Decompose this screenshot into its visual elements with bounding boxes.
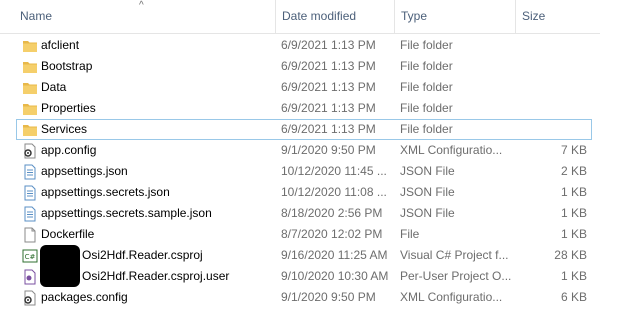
file-type: JSON File (400, 206, 455, 220)
file-name: appsettings.secrets.sample.json (41, 206, 212, 220)
config-file-icon (24, 290, 36, 306)
user-project-icon (24, 269, 36, 285)
file-date-modified: 8/18/2020 2:56 PM (281, 206, 383, 220)
file-date-modified: 9/1/2020 9:50 PM (281, 290, 376, 304)
file-size (515, 119, 587, 140)
file-row[interactable]: afclient 6/9/2021 1:13 PM File folder (0, 35, 641, 56)
folder-icon (23, 83, 37, 94)
file-row[interactable]: app.config 9/1/2020 9:50 PM XML Configur… (0, 140, 641, 161)
csharp-project-icon: C# (22, 249, 38, 263)
file-size: 2 KB (560, 164, 587, 178)
column-header-bar: ^ Name Date modified Type Size (0, 0, 600, 34)
file-name: packages.config (41, 290, 128, 304)
file-list: afclient 6/9/2021 1:13 PM File folder Bo… (0, 35, 641, 308)
file-size (515, 98, 587, 119)
file-type: File (400, 227, 420, 241)
file-size (515, 35, 587, 56)
file-size: 7 KB (560, 143, 587, 157)
folder-icon (23, 104, 37, 115)
column-header-size[interactable]: Size (515, 0, 600, 33)
json-file-icon (24, 185, 36, 201)
file-type: File folder (400, 59, 453, 73)
file-type: File folder (400, 101, 453, 115)
file-date-modified: 10/12/2020 11:45 ... (281, 164, 387, 178)
file-date-modified: 6/9/2021 1:13 PM (281, 59, 376, 73)
file-size: 1 KB (560, 227, 587, 241)
column-header-type[interactable]: Type (394, 0, 514, 33)
file-date-modified: 9/16/2020 11:25 AM (281, 248, 388, 262)
file-type: Per-User Project O... (400, 269, 512, 283)
file-name: Properties (41, 101, 96, 115)
file-type: Visual C# Project f... (400, 248, 509, 262)
file-type: XML Configuratio... (400, 143, 503, 157)
file-name: Osi2Hdf.Reader.csproj.user (82, 269, 230, 283)
file-row[interactable]: C# Osi2Hdf.Reader.csproj 9/16/2020 11:25… (0, 245, 641, 287)
file-name: Data (41, 80, 67, 94)
file-name: afclient (41, 38, 80, 52)
file-name: appsettings.json (41, 164, 128, 178)
file-row[interactable]: Dockerfile 8/7/2020 12:02 PM File 1 KB (0, 224, 641, 245)
file-date-modified: 10/12/2020 11:08 ... (281, 185, 387, 199)
file-name: appsettings.secrets.json (41, 185, 170, 199)
file-row[interactable]: appsettings.json 10/12/2020 11:45 ... JS… (0, 161, 641, 182)
file-type: File folder (400, 38, 453, 52)
column-header-date-modified[interactable]: Date modified (275, 0, 393, 33)
file-row-focused[interactable]: Services 6/9/2021 1:13 PM File folder (0, 119, 641, 140)
file-date-modified: 9/10/2020 10:30 AM (281, 269, 389, 283)
file-type: File folder (400, 80, 453, 94)
file-row[interactable]: appsettings.secrets.json 10/12/2020 11:0… (0, 182, 641, 203)
file-type: File folder (400, 122, 453, 136)
file-row[interactable]: Data 6/9/2021 1:13 PM File folder (0, 77, 641, 98)
file-size: 1 KB (560, 206, 587, 220)
svg-text:C#: C# (25, 253, 36, 261)
blank-file-icon (24, 227, 36, 243)
json-file-icon (24, 206, 36, 222)
json-file-icon (24, 164, 36, 180)
file-type: XML Configuratio... (400, 290, 503, 304)
config-file-icon (24, 143, 36, 159)
file-type: JSON File (400, 185, 455, 199)
file-size: 6 KB (560, 290, 587, 304)
folder-icon (23, 125, 37, 136)
file-date-modified: 9/1/2020 9:50 PM (281, 143, 376, 157)
file-date-modified: 8/7/2020 12:02 PM (281, 227, 383, 241)
file-size: 1 KB (560, 185, 587, 199)
file-name: Bootstrap (41, 59, 93, 73)
file-date-modified: 6/9/2021 1:13 PM (281, 101, 376, 115)
file-date-modified: 6/9/2021 1:13 PM (281, 122, 376, 136)
file-name: Osi2Hdf.Reader.csproj (82, 248, 203, 262)
file-row[interactable]: appsettings.secrets.sample.json 8/18/202… (0, 203, 641, 224)
file-size (515, 56, 587, 77)
column-header-name[interactable]: Name (14, 0, 274, 33)
file-row[interactable]: packages.config 9/1/2020 9:50 PM XML Con… (0, 287, 641, 308)
file-name: Dockerfile (41, 227, 95, 241)
folder-icon (23, 41, 37, 52)
file-size (515, 77, 587, 98)
file-row[interactable]: Bootstrap 6/9/2021 1:13 PM File folder (0, 56, 641, 77)
file-explorer-list: ^ Name Date modified Type Size afclient … (0, 0, 641, 322)
file-date-modified: 6/9/2021 1:13 PM (281, 80, 376, 94)
file-type: JSON File (400, 164, 455, 178)
file-row[interactable]: Osi2Hdf.Reader.csproj.user 9/10/2020 10:… (0, 266, 641, 287)
folder-icon (23, 62, 37, 73)
file-size: 28 KB (554, 248, 587, 262)
file-date-modified: 6/9/2021 1:13 PM (281, 38, 376, 52)
file-name: app.config (41, 143, 97, 157)
file-row[interactable]: Properties 6/9/2021 1:13 PM File folder (0, 98, 641, 119)
file-size: 1 KB (560, 269, 587, 283)
file-name: Services (41, 122, 88, 136)
